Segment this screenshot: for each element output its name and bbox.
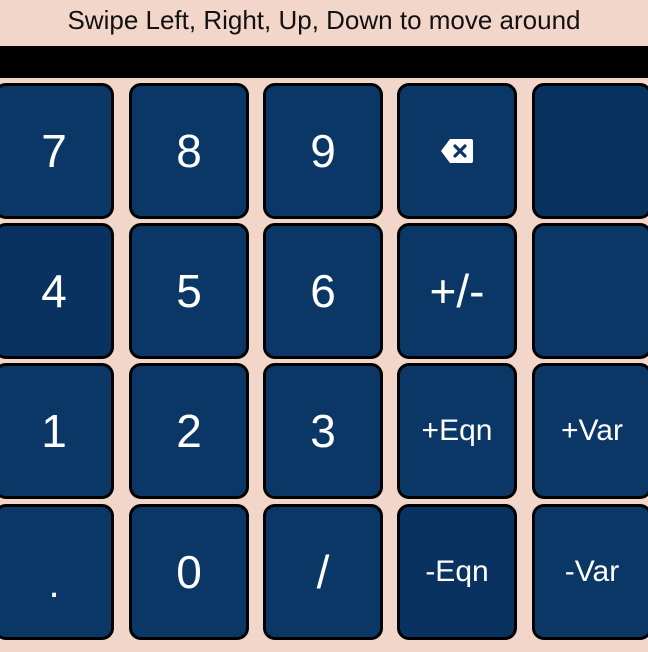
decimal-point-label: . — [48, 562, 60, 606]
add-equation-button[interactable]: +Eqn — [397, 363, 517, 499]
key-5-label: 5 — [176, 265, 202, 317]
key-8-label: 8 — [176, 125, 202, 177]
sign-toggle-label: +/- — [429, 265, 485, 317]
divide-key[interactable]: / — [263, 504, 383, 640]
key-1[interactable]: 1 — [0, 363, 114, 499]
key-2[interactable]: 2 — [129, 363, 249, 499]
backspace-icon — [440, 138, 474, 164]
key-1-label: 1 — [41, 405, 67, 457]
add-equation-label: +Eqn — [421, 414, 493, 447]
key-5[interactable]: 5 — [129, 223, 249, 359]
key-7-label: 7 — [41, 125, 67, 177]
key-4[interactable]: 4 — [0, 223, 114, 359]
key-2-label: 2 — [176, 405, 202, 457]
key-7[interactable]: 7 — [0, 83, 114, 219]
blank-key-top[interactable] — [532, 83, 648, 219]
backspace-button[interactable] — [397, 83, 517, 219]
key-8[interactable]: 8 — [129, 83, 249, 219]
key-6[interactable]: 6 — [263, 223, 383, 359]
remove-equation-label: -Eqn — [425, 555, 489, 588]
divide-label: / — [316, 546, 330, 598]
remove-equation-button[interactable]: -Eqn — [397, 504, 517, 640]
key-4-label: 4 — [41, 265, 67, 317]
add-variable-button[interactable]: +Var — [532, 363, 648, 499]
key-0-label: 0 — [176, 546, 202, 598]
blank-key-middle[interactable] — [532, 223, 648, 359]
key-3-label: 3 — [310, 405, 336, 457]
remove-variable-label: -Var — [564, 555, 620, 588]
key-6-label: 6 — [310, 265, 336, 317]
key-9[interactable]: 9 — [263, 83, 383, 219]
expression-display — [0, 46, 648, 78]
key-3[interactable]: 3 — [263, 363, 383, 499]
key-9-label: 9 — [310, 125, 336, 177]
remove-variable-button[interactable]: -Var — [532, 504, 648, 640]
keypad: 7 8 9 4 5 6 +/- 1 2 3 +Eqn +Var . 0 / -E… — [0, 80, 648, 652]
sign-toggle-button[interactable]: +/- — [397, 223, 517, 359]
key-0[interactable]: 0 — [129, 504, 249, 640]
swipe-hint: Swipe Left, Right, Up, Down to move arou… — [67, 5, 581, 35]
add-variable-label: +Var — [561, 414, 623, 447]
decimal-point-key[interactable]: . — [0, 504, 114, 640]
